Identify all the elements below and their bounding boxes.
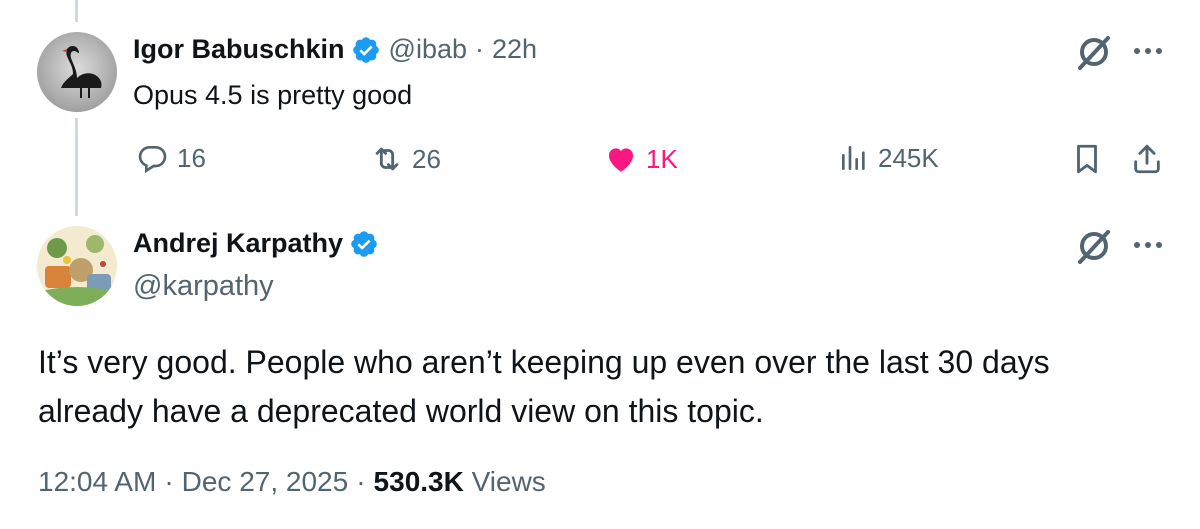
share-icon[interactable] bbox=[1130, 142, 1164, 181]
separator: · bbox=[356, 466, 366, 497]
tweet-time[interactable]: 22h bbox=[492, 34, 537, 65]
like-count: 1K bbox=[646, 143, 678, 174]
author-name[interactable]: Igor Babuschkin bbox=[133, 34, 345, 65]
thread-line-top bbox=[75, 0, 78, 22]
repost-count: 26 bbox=[412, 143, 441, 174]
verified-icon bbox=[351, 35, 381, 65]
reply-button[interactable]: 16 bbox=[137, 142, 206, 174]
reply-count: 16 bbox=[177, 142, 206, 173]
avatar[interactable] bbox=[37, 32, 117, 112]
thread-line-connector bbox=[75, 118, 78, 216]
more-icon[interactable] bbox=[1134, 48, 1162, 54]
parent-tweet-header: Igor Babuschkin @ibab · 22h bbox=[133, 34, 537, 65]
swan-avatar-image bbox=[37, 32, 117, 112]
author-name[interactable]: Andrej Karpathy bbox=[133, 228, 343, 259]
tweet-text: Opus 4.5 is pretty good bbox=[133, 80, 413, 110]
verified-icon bbox=[349, 229, 379, 259]
author-handle[interactable]: @karpathy bbox=[133, 270, 274, 303]
views-label: Views bbox=[471, 466, 546, 497]
tweet-footer: 12:04 AM · Dec 27, 2025 · 530.3K Views bbox=[38, 466, 546, 498]
views-icon bbox=[838, 142, 870, 174]
like-icon bbox=[604, 142, 638, 176]
tweet-text: It’s very good. People who aren’t keepin… bbox=[38, 344, 1050, 429]
painted-avatar-image bbox=[37, 226, 117, 306]
separator: · bbox=[475, 34, 484, 64]
bookmark-icon[interactable] bbox=[1070, 142, 1104, 181]
grok-icon[interactable] bbox=[1072, 30, 1116, 74]
views-count: 245K bbox=[878, 142, 939, 173]
tweet-date[interactable]: Dec 27, 2025 bbox=[182, 466, 349, 497]
views-button[interactable]: 245K bbox=[838, 142, 939, 174]
avatar[interactable] bbox=[37, 226, 117, 306]
repost-button[interactable]: 26 bbox=[370, 142, 441, 176]
separator: · bbox=[164, 466, 174, 497]
main-tweet-header: Andrej Karpathy bbox=[133, 228, 379, 259]
tweet-time[interactable]: 12:04 AM bbox=[38, 466, 156, 497]
author-handle[interactable]: @ibab bbox=[389, 34, 467, 65]
more-icon[interactable] bbox=[1134, 242, 1162, 248]
views-count: 530.3K bbox=[373, 466, 464, 497]
grok-icon[interactable] bbox=[1072, 224, 1116, 268]
like-button[interactable]: 1K bbox=[604, 142, 678, 176]
repost-icon bbox=[370, 142, 404, 176]
reply-icon bbox=[137, 142, 169, 174]
